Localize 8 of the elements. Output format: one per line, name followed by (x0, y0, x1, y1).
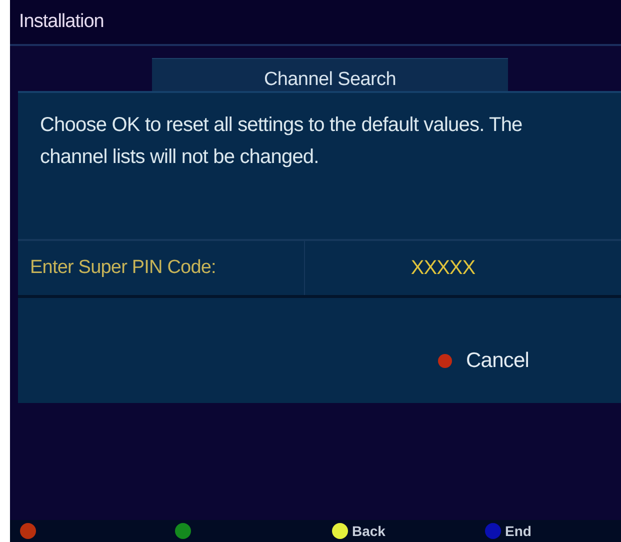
menu-item[interactable]: Channel Search (152, 58, 508, 91)
cancel-button[interactable]: Cancel (466, 348, 529, 372)
key-label: Back (352, 523, 386, 539)
key-label: End (505, 523, 532, 539)
screen-title: Installation (19, 11, 104, 33)
pin-label: Enter Super PIN Code: (18, 241, 305, 295)
dialog-message: Choose OK to reset all settings to the default values. The channel lists will not be changed. (39, 113, 524, 170)
pin-field[interactable]: XXXXX (305, 241, 621, 295)
